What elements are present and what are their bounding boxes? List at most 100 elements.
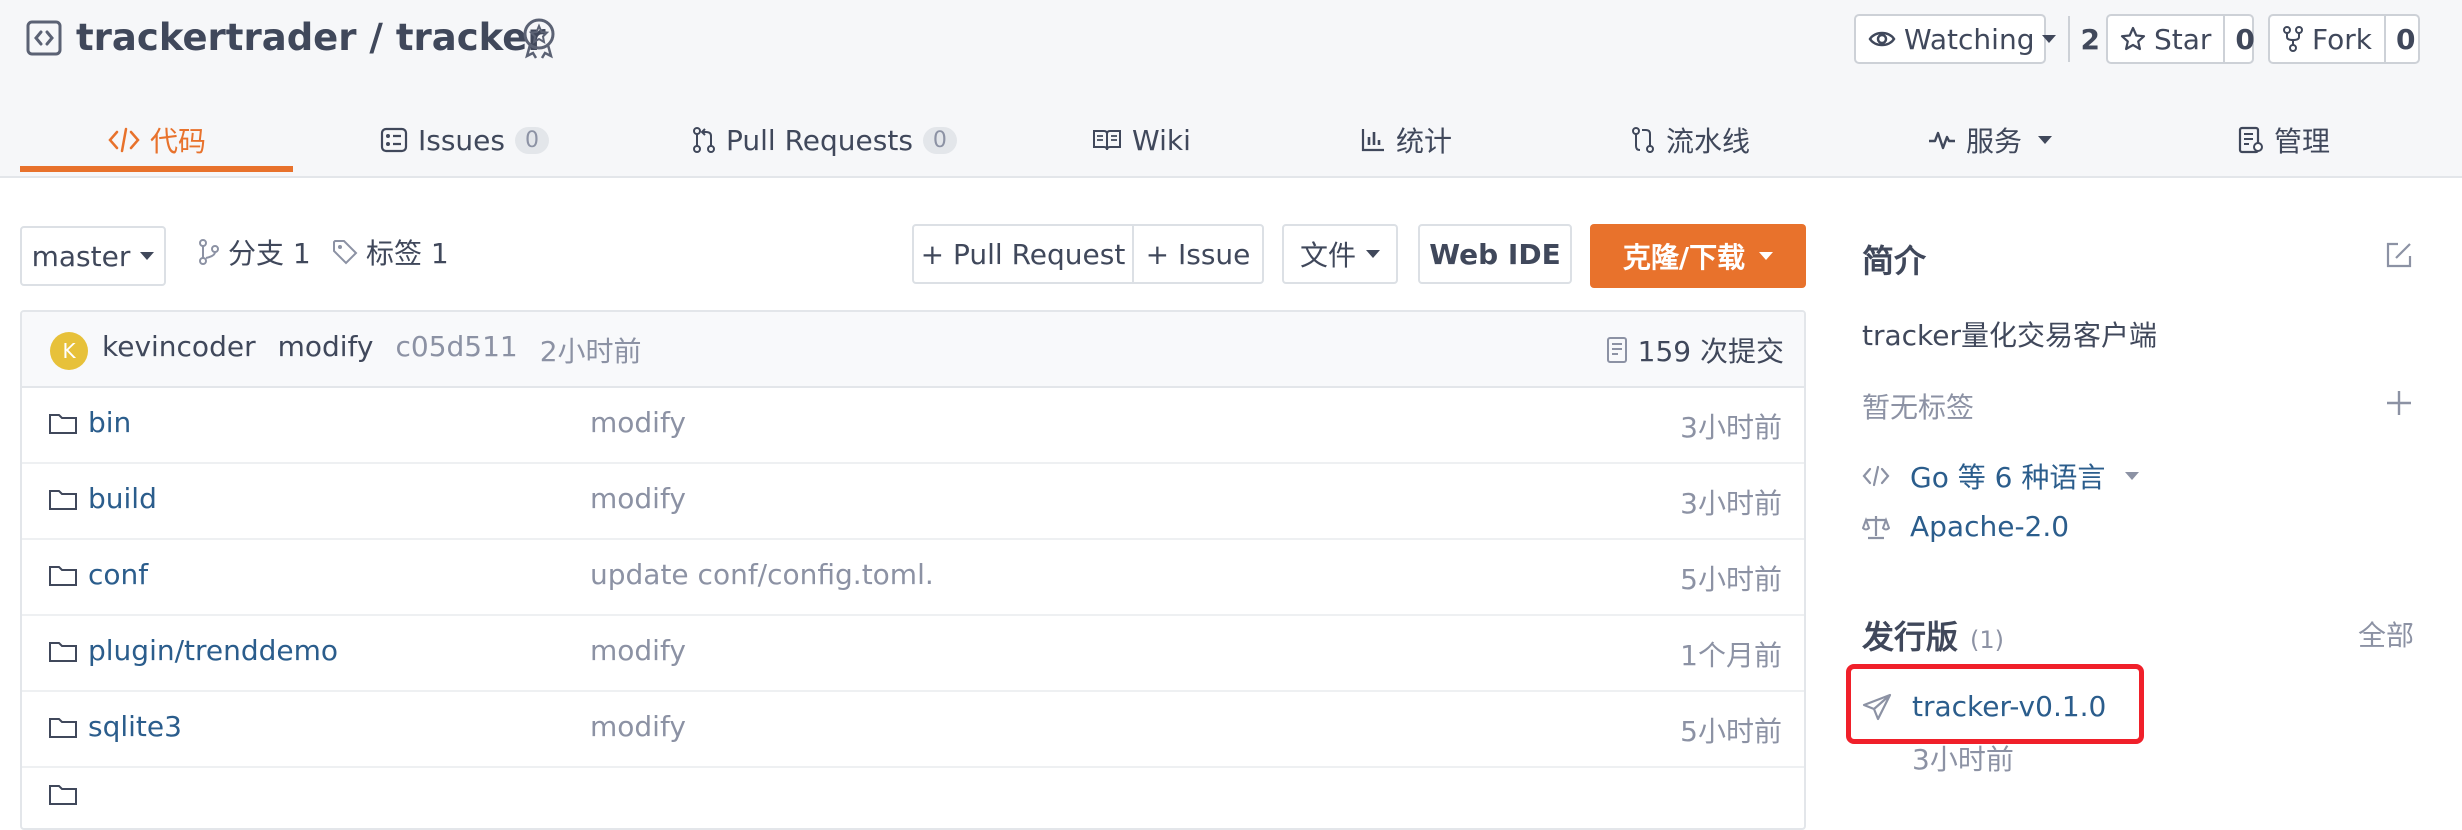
releases-heading: 发行版 (1) [1862, 612, 2004, 658]
commit-message[interactable]: modify [278, 330, 374, 370]
tags-link[interactable]: 标签 1 [332, 232, 449, 272]
chevron-down-icon [2042, 35, 2057, 43]
file-name[interactable]: sqlite3 [48, 710, 182, 743]
recommended-badge-icon[interactable] [518, 16, 560, 60]
manage-icon [2238, 126, 2263, 154]
commit-count-link[interactable]: 159 次提交 [1606, 330, 1784, 370]
pull-request-icon [693, 127, 715, 153]
folder-icon [49, 641, 77, 662]
commit-info: kevincoder modify c05d511 2小时前 [102, 330, 642, 370]
license-label: Apache-2.0 [1910, 510, 2070, 543]
highlight-box [1846, 664, 2144, 744]
chevron-down-icon [2038, 136, 2053, 144]
file-row[interactable]: build modify 3小时前 [22, 464, 1804, 540]
commit-hash[interactable]: c05d511 [395, 330, 517, 370]
commit-author[interactable]: kevincoder [102, 330, 256, 370]
file-name-label: sqlite3 [88, 710, 182, 743]
clone-download-button[interactable]: 克隆/下载 [1590, 224, 1806, 288]
avatar[interactable]: K [50, 332, 88, 370]
code-icon [108, 127, 140, 153]
file-name-prefix: plugin/ [88, 634, 185, 667]
file-name[interactable]: conf [48, 558, 148, 591]
eye-icon [1868, 31, 1896, 47]
file-row-partial[interactable] [22, 768, 1804, 828]
folder-icon [49, 565, 77, 586]
commit-count-label: 159 次提交 [1637, 335, 1784, 368]
folder-icon [49, 413, 77, 434]
all-releases-link[interactable]: 全部 [2358, 614, 2414, 654]
issues-icon [380, 127, 408, 153]
file-menu-button[interactable]: 文件 [1282, 224, 1398, 284]
file-row[interactable]: conf update conf/config.toml. 5小时前 [22, 540, 1804, 616]
languages-label: Go 等 6 种语言 [1910, 461, 2106, 494]
tab-code-label: 代码 [150, 125, 207, 158]
file-commit-message[interactable]: update conf/config.toml. [590, 558, 934, 591]
chevron-down-icon [140, 252, 155, 260]
folder-icon [49, 785, 77, 805]
fork-label: Fork [2312, 22, 2372, 56]
file-name[interactable] [48, 782, 78, 806]
star-count[interactable]: 0 [2223, 16, 2264, 62]
chevron-down-icon [1366, 250, 1380, 258]
fork-count[interactable]: 0 [2383, 16, 2425, 62]
chevron-down-icon [1759, 252, 1774, 260]
branch-select-label: master [31, 239, 131, 273]
file-row[interactable]: sqlite3 modify 5小时前 [22, 692, 1804, 768]
edit-icon[interactable] [2384, 240, 2414, 270]
file-row[interactable]: bin modify 3小时前 [22, 388, 1804, 464]
tab-wiki[interactable]: Wiki [1092, 104, 1191, 176]
web-ide-button[interactable]: Web IDE [1418, 224, 1572, 284]
fork-button[interactable]: Fork 0 [2268, 14, 2420, 64]
repo-title: trackertrader / tracker [76, 10, 546, 66]
star-button[interactable]: Star 0 [2106, 14, 2255, 64]
file-menu-label: 文件 [1299, 239, 1356, 272]
file-name[interactable]: build [48, 482, 157, 515]
watch-count[interactable]: 2 [2068, 16, 2109, 62]
file-commit-time: 3小时前 [1680, 487, 1782, 520]
tab-services[interactable]: 服务 [1928, 104, 2053, 176]
chevron-down-icon [2125, 472, 2140, 480]
new-pull-request-button[interactable]: + Pull Request [912, 224, 1134, 284]
repo-header: trackertrader / tracker Watching 2 Star … [0, 0, 2462, 178]
tab-stats[interactable]: 统计 [1360, 104, 1452, 176]
file-name-label: trenddemo [184, 634, 339, 667]
tab-issues[interactable]: Issues 0 [380, 104, 549, 176]
file-name[interactable]: bin [48, 406, 131, 439]
file-commit-time: 5小时前 [1680, 563, 1782, 596]
tab-wiki-label: Wiki [1132, 123, 1191, 157]
file-commit-time: 5小时前 [1680, 715, 1782, 748]
star-icon [2120, 26, 2146, 51]
file-commit-message[interactable]: modify [590, 634, 686, 667]
file-name[interactable]: plugin/trenddemo [48, 634, 338, 667]
file-commit-message[interactable]: modify [590, 710, 686, 743]
add-tag-icon[interactable] [2386, 390, 2412, 416]
intro-heading: 简介 [1862, 242, 1927, 280]
file-row[interactable]: plugin/trenddemo modify 1个月前 [22, 616, 1804, 692]
watch-button[interactable]: Watching 2 [1854, 14, 2100, 64]
web-ide-label: Web IDE [1429, 237, 1561, 271]
languages-dropdown[interactable]: Go 等 6 种语言 [1862, 456, 2140, 496]
file-commit-message[interactable]: modify [590, 482, 686, 515]
scale-icon [1862, 515, 1890, 539]
tab-pull-requests[interactable]: Pull Requests 0 [692, 104, 957, 176]
branches-link[interactable]: 分支 1 [198, 232, 311, 272]
tab-services-label: 服务 [1966, 125, 2023, 158]
tab-issues-label: Issues [418, 123, 505, 157]
new-issue-button[interactable]: + Issue [1132, 224, 1264, 284]
license-link[interactable]: Apache-2.0 [1862, 510, 2069, 543]
branch-select[interactable]: master [20, 226, 166, 286]
file-commit-time: 1个月前 [1680, 639, 1782, 672]
fork-icon [2283, 26, 2303, 52]
tag-icon [333, 240, 358, 265]
file-commit-message[interactable]: modify [590, 406, 686, 439]
repository-icon [26, 20, 62, 56]
tab-manage[interactable]: 管理 [2238, 104, 2330, 176]
no-tags-text: 暂无标签 [1862, 391, 1975, 424]
tab-pipeline[interactable]: 流水线 [1630, 104, 1750, 176]
releases-count: (1) [1970, 626, 2005, 654]
branches-label: 分支 1 [228, 237, 311, 270]
clone-download-label: 克隆/下载 [1622, 241, 1746, 274]
new-pull-request-label: + Pull Request [920, 237, 1126, 271]
releases-title: 发行版 [1862, 618, 1959, 656]
repo-owner-link[interactable]: trackertrader [76, 16, 357, 59]
